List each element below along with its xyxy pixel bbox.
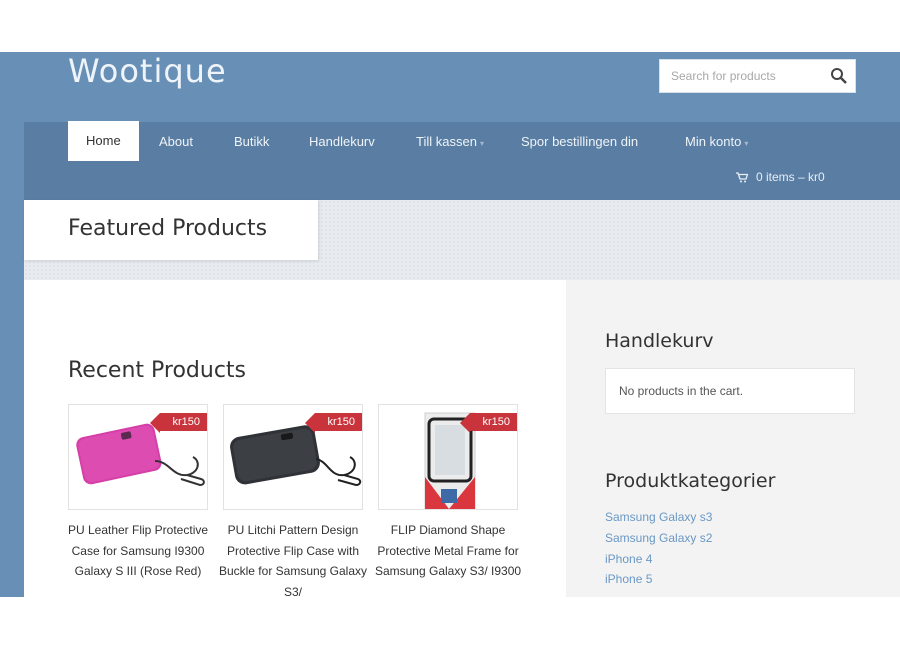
nav-item-about[interactable]: About bbox=[159, 122, 193, 162]
nav-label: Spor bestillingen din bbox=[521, 134, 639, 149]
nav-label: About bbox=[159, 134, 193, 149]
featured-title-box: Featured Products bbox=[24, 200, 318, 260]
header-cart-link[interactable]: 0 items – kr0 bbox=[736, 170, 825, 184]
sidebar-cart-heading: Handlekurv bbox=[605, 330, 714, 352]
price-tag: kr150 bbox=[305, 413, 362, 433]
cart-summary: 0 items – kr0 bbox=[756, 170, 825, 184]
chevron-down-icon: ▾ bbox=[744, 139, 749, 148]
nav-label: Home bbox=[86, 133, 121, 148]
metal-frame-package-image[interactable]: kr150 bbox=[378, 404, 518, 510]
chevron-down-icon: ▾ bbox=[479, 139, 484, 148]
nav-item-till-kassen[interactable]: Till kassen ▾ bbox=[416, 122, 484, 162]
price-tag: kr150 bbox=[460, 413, 517, 433]
nav-label: Handlekurv bbox=[309, 134, 375, 149]
nav-label: Min konto bbox=[685, 134, 742, 149]
category-link[interactable]: iPhone 5 bbox=[605, 572, 652, 586]
cart-empty-message: No products in the cart. bbox=[619, 384, 744, 398]
sidebar-cart-widget: No products in the cart. bbox=[605, 368, 855, 414]
nav-item-handlekurv[interactable]: Handlekurv bbox=[309, 122, 375, 162]
product-title[interactable]: FLIP Diamond Shape Protective Metal Fram… bbox=[372, 520, 524, 582]
recent-products-heading: Recent Products bbox=[68, 358, 247, 383]
black-phone-case-image[interactable]: kr150 bbox=[223, 404, 363, 510]
featured-title: Featured Products bbox=[68, 216, 268, 241]
category-link[interactable]: Samsung Galaxy s3 bbox=[605, 510, 712, 524]
search-input[interactable] bbox=[660, 60, 825, 92]
nav-label: Butikk bbox=[234, 134, 270, 149]
category-link[interactable]: Samsung Galaxy s2 bbox=[605, 531, 712, 545]
product-title[interactable]: PU Leather Flip Protective Case for Sams… bbox=[62, 520, 214, 582]
product-title[interactable]: PU Litchi Pattern Design Protective Flip… bbox=[217, 520, 369, 597]
pink-phone-case-image[interactable]: kr150 bbox=[68, 404, 208, 510]
nav-item-spor-bestillingen[interactable]: Spor bestillingen din bbox=[521, 122, 638, 162]
main-nav: Home About Butikk Handlekurv Till kassen… bbox=[24, 121, 900, 200]
categories-heading: Produktkategorier bbox=[605, 470, 776, 492]
price-tag: kr150 bbox=[150, 413, 207, 433]
screenshot-frame: Wootique Home About Butikk Handlekurv Ti… bbox=[0, 52, 900, 597]
cart-icon bbox=[736, 172, 749, 183]
site-title[interactable]: Wootique bbox=[68, 52, 227, 90]
nav-item-butikk[interactable]: Butikk bbox=[234, 122, 269, 162]
search-icon[interactable] bbox=[829, 66, 849, 86]
category-link[interactable]: iPhone 4 bbox=[605, 552, 652, 566]
nav-item-min-konto[interactable]: Min konto ▾ bbox=[685, 122, 748, 162]
nav-label: Till kassen bbox=[416, 134, 477, 149]
featured-banner: Featured Products bbox=[24, 200, 900, 280]
nav-item-home[interactable]: Home bbox=[68, 121, 139, 161]
sidebar: Handlekurv No products in the cart. Prod… bbox=[566, 280, 900, 597]
search-box bbox=[659, 59, 856, 93]
page-content: Featured Products Recent Products kr150 … bbox=[24, 200, 900, 597]
